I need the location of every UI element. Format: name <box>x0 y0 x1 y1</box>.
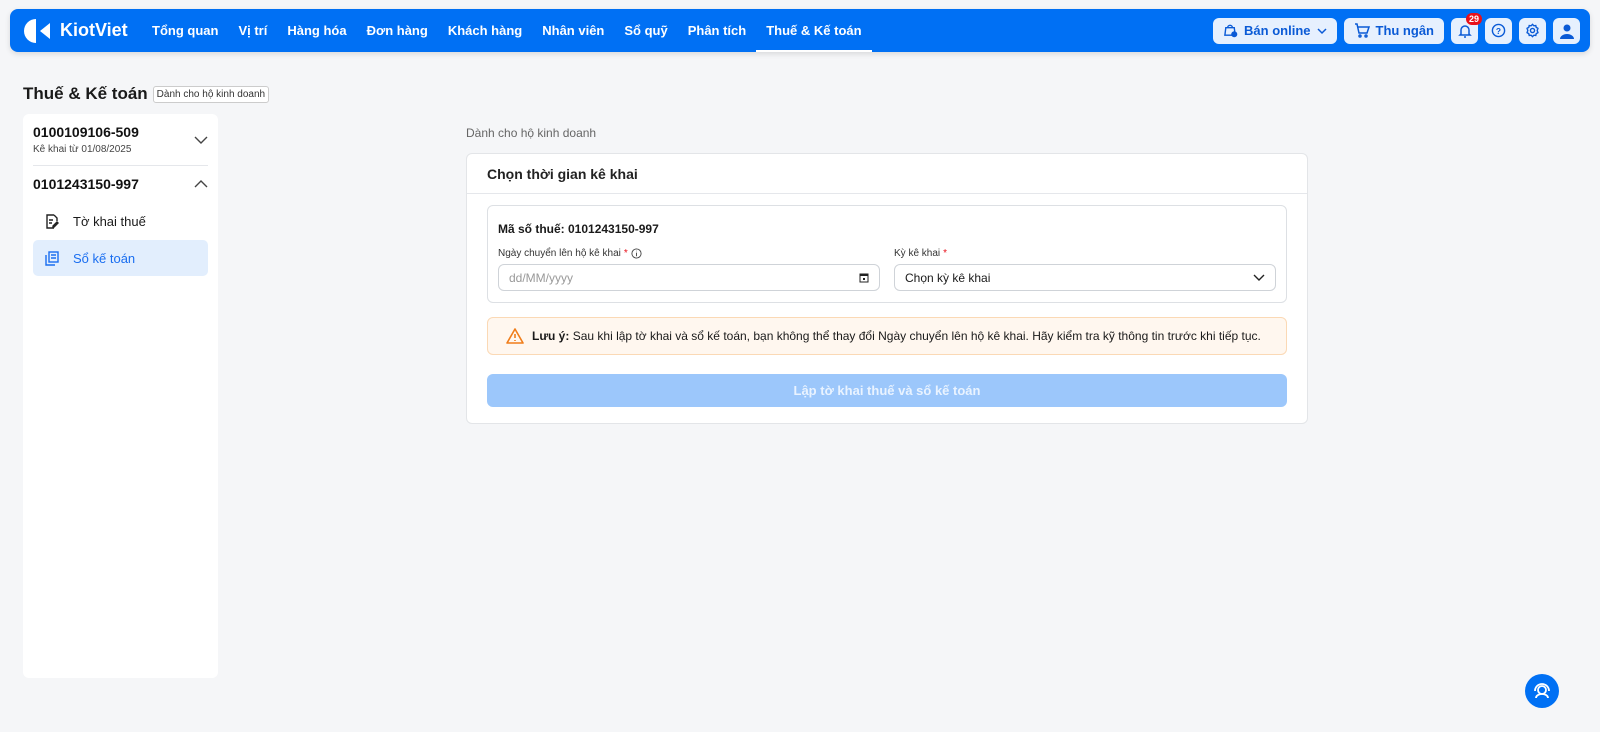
breadcrumb: Dành cho hộ kinh doanh <box>466 126 597 140</box>
kiotviet-logo-icon <box>24 18 50 43</box>
cashier-label: Thu ngân <box>1375 23 1435 38</box>
required-mark: * <box>623 248 628 259</box>
chevron-down-icon <box>1316 27 1327 34</box>
calendar-icon[interactable] <box>859 272 869 283</box>
warning-icon <box>506 328 524 344</box>
warning-title: Lưu ý: <box>532 329 570 343</box>
warning-alert: Lưu ý: Sau khi lập tờ khai và sổ kế toán… <box>487 317 1287 355</box>
required-mark: * <box>943 248 948 259</box>
page-header: Thuế & Kế toán Dành cho hộ kinh doanh <box>23 84 270 104</box>
chevron-up-icon[interactable] <box>194 179 208 189</box>
account-tax-id: 0100109106-509 <box>33 124 139 140</box>
headset-icon <box>1534 683 1550 699</box>
period-select[interactable]: Chọn kỳ kê khai <box>894 264 1276 291</box>
info-icon[interactable] <box>631 248 642 259</box>
nav-thue-ke-toan[interactable]: Thuế & Kế toán <box>756 9 872 52</box>
main-nav: Tổng quan Vị trí Hàng hóa Đơn hàng Khách… <box>142 9 872 52</box>
nav-so-quy[interactable]: Sổ quỹ <box>614 9 677 52</box>
page-tag: Dành cho hộ kinh doanh <box>152 85 270 103</box>
account-tax-id: 0101243150-997 <box>33 176 139 192</box>
online-sales-button[interactable]: Bán online <box>1213 17 1337 44</box>
tax-code-label: Mã số thuế: 0101243150-997 <box>498 222 659 236</box>
account-subtitle: Kê khai từ 01/08/2025 <box>33 144 132 155</box>
nav-vi-tri[interactable]: Vị trí <box>228 9 277 52</box>
date-placeholder: dd/MM/yyyy <box>509 270 574 285</box>
declaration-form: Mã số thuế: 0101243150-997 Ngày chuyển l… <box>487 205 1287 303</box>
create-declaration-button[interactable]: Lập tờ khai thuế và sổ kế toán <box>487 374 1287 407</box>
support-chat-button[interactable] <box>1525 674 1559 708</box>
notification-count-badge: 29 <box>1465 12 1482 25</box>
help-button[interactable]: ? <box>1485 17 1512 44</box>
settings-button[interactable] <box>1519 17 1546 44</box>
account-item[interactable]: 0101243150-997 <box>33 166 208 202</box>
help-icon: ? <box>1491 23 1506 38</box>
bell-icon <box>1457 24 1472 38</box>
online-sales-label: Bán online <box>1244 23 1311 38</box>
notifications-button[interactable]: 29 <box>1451 12 1482 44</box>
page-title: Thuế & Kế toán <box>23 84 148 103</box>
chevron-down-icon[interactable] <box>194 135 208 145</box>
svg-text:?: ? <box>1496 26 1501 36</box>
brand-name: KiotViet <box>60 20 128 40</box>
shop-bag-icon <box>1224 24 1238 38</box>
brand-logo[interactable]: KiotViet <box>24 17 142 45</box>
period-field-label: Kỳ kê khai <box>894 248 941 259</box>
document-edit-icon <box>46 213 59 229</box>
card-title: Chọn thời gian kê khai <box>467 154 1307 194</box>
sidebar-item-so-ke-toan[interactable]: Sổ kế toán <box>33 240 208 276</box>
nav-nhan-vien[interactable]: Nhân viên <box>532 9 614 52</box>
nav-don-hang[interactable]: Đơn hàng <box>357 9 438 52</box>
chevron-down-icon <box>1253 274 1265 281</box>
nav-hang-hoa[interactable]: Hàng hóa <box>277 9 356 52</box>
declaration-period-card: Chọn thời gian kê khai Mã số thuế: 01012… <box>466 153 1308 424</box>
top-navbar: KiotViet Tổng quan Vị trí Hàng hóa Đơn h… <box>10 9 1590 52</box>
cashier-button[interactable]: Thu ngân <box>1343 17 1444 44</box>
nav-khach-hang[interactable]: Khách hàng <box>438 9 532 52</box>
sidebar-item-to-khai-thue[interactable]: Tờ khai thuế <box>33 203 208 239</box>
sidebar-item-label: Sổ kế toán <box>73 250 136 266</box>
nav-tong-quan[interactable]: Tổng quan <box>142 9 228 52</box>
warning-text: Sau khi lập tờ khai và sổ kế toán, bạn k… <box>572 329 1261 343</box>
account-item[interactable]: 0100109106-509 Kê khai từ 01/08/2025 <box>33 114 208 166</box>
gear-icon <box>1526 23 1539 38</box>
ledger-icon <box>45 250 59 266</box>
date-input[interactable]: dd/MM/yyyy <box>498 264 880 291</box>
user-icon <box>1559 24 1574 39</box>
sidebar-item-label: Tờ khai thuế <box>73 213 146 229</box>
nav-phan-tich[interactable]: Phân tích <box>678 9 757 52</box>
sidebar: 0100109106-509 Kê khai từ 01/08/2025 010… <box>23 114 218 678</box>
period-select-value: Chọn kỳ kê khai <box>905 270 991 285</box>
date-field-label: Ngày chuyển lên hộ kê khai <box>498 248 621 259</box>
user-avatar-button[interactable] <box>1553 17 1580 44</box>
cart-icon <box>1354 23 1370 38</box>
